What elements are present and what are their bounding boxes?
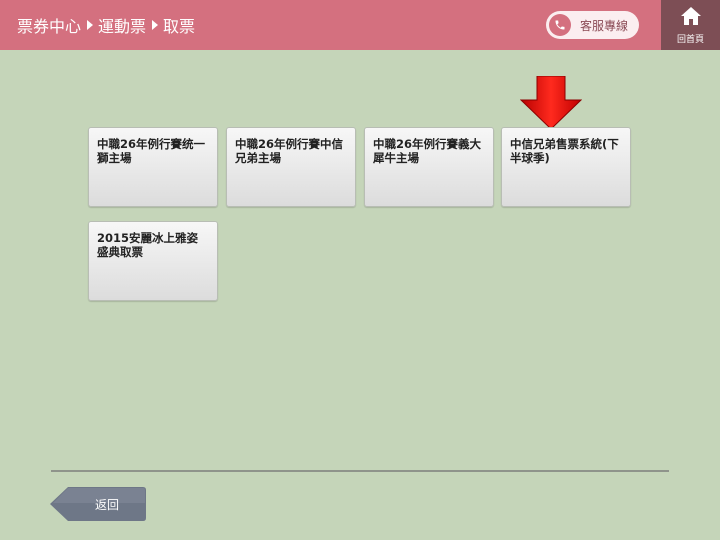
customer-service-label: 客服專線	[580, 18, 629, 33]
event-tile-brothers-home[interactable]: 中職26年例行賽中信兄弟主場	[226, 127, 356, 207]
event-tile-label: 中職26年例行賽统一獅主場	[97, 137, 206, 165]
breadcrumb-item-pickup: 取票	[163, 17, 196, 36]
breadcrumb-item-sports-tickets[interactable]: 運動票	[98, 13, 146, 37]
event-tile-amway-ice-show[interactable]: 2015安麗冰上雅姿盛典取票	[88, 221, 218, 301]
home-icon	[680, 6, 702, 30]
event-tile-label: 中職26年例行賽中信兄弟主場	[235, 137, 344, 165]
event-tile-brothers-ticketing[interactable]: 中信兄弟售票系統(下半球季)	[501, 127, 631, 207]
event-tile-label: 2015安麗冰上雅姿盛典取票	[97, 231, 199, 259]
home-label: 回首頁	[676, 34, 704, 45]
event-tile-rhinos-home[interactable]: 中職26年例行賽義大犀牛主場	[364, 127, 494, 207]
phone-icon	[549, 14, 571, 36]
breadcrumb-separator-icon	[152, 20, 159, 30]
breadcrumb: 票券中心 運動票 取票	[17, 0, 195, 50]
breadcrumb-separator-icon	[87, 20, 94, 30]
event-tile-uni-lions[interactable]: 中職26年例行賽统一獅主場	[88, 127, 218, 207]
footer-divider	[51, 470, 669, 472]
red-down-arrow-icon	[520, 76, 582, 130]
event-tile-label: 中信兄弟售票系統(下半球季)	[510, 137, 619, 165]
home-button[interactable]: 回首頁	[661, 0, 720, 50]
back-button-label: 返回	[94, 497, 119, 512]
header-bar: 票券中心 運動票 取票 客服專線 回首頁	[0, 0, 720, 50]
event-tile-label: 中職26年例行賽義大犀牛主場	[373, 137, 482, 165]
back-button[interactable]: 返回	[50, 487, 146, 521]
breadcrumb-item-ticket-center[interactable]: 票券中心	[17, 13, 81, 37]
customer-service-button[interactable]: 客服專線	[546, 11, 639, 39]
